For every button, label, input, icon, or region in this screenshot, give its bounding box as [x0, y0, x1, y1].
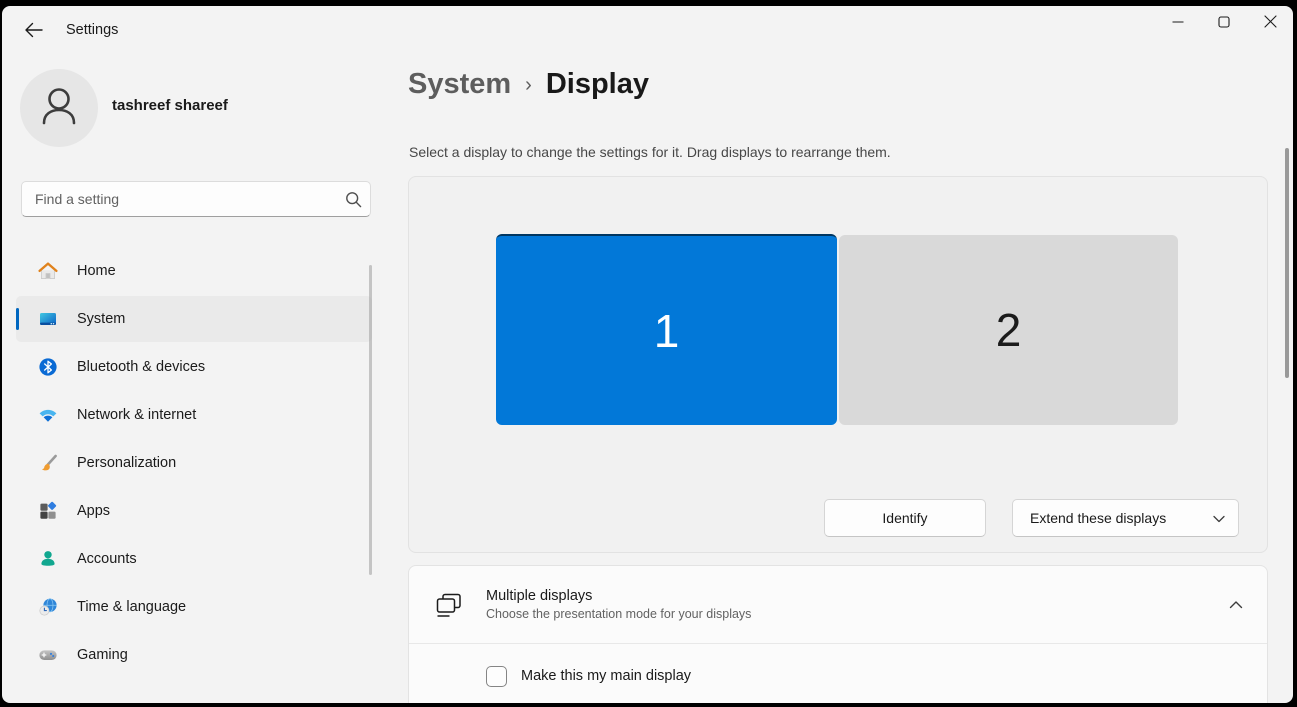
back-arrow-icon	[24, 22, 43, 43]
window-controls	[1155, 6, 1293, 42]
display-arrangement-panel: 1 2 Identify Extend these displays	[408, 176, 1268, 553]
chevron-down-icon	[1213, 510, 1225, 526]
main-content: System › Display Select a display to cha…	[408, 54, 1270, 703]
sidebar-item-label: System	[77, 311, 125, 327]
home-icon	[38, 261, 58, 281]
back-button[interactable]	[15, 15, 51, 49]
sidebar-item-system[interactable]: System	[16, 296, 372, 342]
sidebar-item-label: Accounts	[77, 551, 137, 567]
sidebar-item-label: Gaming	[77, 647, 128, 663]
system-icon	[38, 309, 58, 329]
apps-icon	[38, 501, 58, 521]
sidebar-item-network[interactable]: Network & internet	[16, 392, 372, 438]
card-subtitle: Choose the presentation mode for your di…	[486, 607, 1229, 621]
chevron-up-icon[interactable]	[1229, 596, 1243, 614]
user-name: tashreef shareef	[112, 97, 228, 114]
monitor-2-number: 2	[996, 303, 1022, 357]
sidebar-item-label: Apps	[77, 503, 110, 519]
multiple-displays-card: Multiple displays Choose the presentatio…	[408, 565, 1268, 703]
stacked-monitors-icon	[434, 591, 464, 619]
person-icon	[38, 549, 58, 569]
maximize-button[interactable]	[1201, 6, 1247, 42]
sidebar-item-time-language[interactable]: Time & language	[16, 584, 372, 630]
sidebar-item-apps[interactable]: Apps	[16, 488, 372, 534]
sidebar-item-label: Home	[77, 263, 116, 279]
sidebar-item-bluetooth[interactable]: Bluetooth & devices	[16, 344, 372, 390]
sidebar-item-home[interactable]: Home	[16, 248, 372, 294]
maximize-icon	[1218, 15, 1230, 33]
card-title: Multiple displays	[486, 588, 1229, 604]
titlebar: Settings	[2, 6, 1293, 54]
globe-clock-icon	[38, 597, 58, 617]
sidebar-item-personalization[interactable]: Personalization	[16, 440, 372, 486]
bluetooth-icon	[38, 357, 58, 377]
minimize-icon	[1172, 15, 1184, 33]
selected-indicator	[16, 308, 19, 330]
main-display-checkbox[interactable]	[486, 666, 507, 687]
window-title: Settings	[66, 22, 118, 38]
display-mode-dropdown[interactable]: Extend these displays	[1012, 499, 1239, 537]
monitor-1[interactable]: 1	[496, 234, 837, 425]
person-outline-icon	[36, 83, 82, 134]
sidebar: tashreef shareef Home System	[2, 54, 392, 703]
sidebar-item-gaming[interactable]: Gaming	[16, 632, 372, 678]
search-icon[interactable]	[336, 191, 370, 208]
page-title: Display	[546, 68, 649, 101]
main-scrollbar[interactable]	[1285, 148, 1289, 378]
sidebar-scrollbar[interactable]	[369, 265, 372, 575]
sidebar-item-label: Bluetooth & devices	[77, 359, 205, 375]
close-button[interactable]	[1247, 6, 1293, 42]
monitor-1-number: 1	[654, 304, 680, 358]
monitor-2[interactable]: 2	[839, 235, 1178, 425]
breadcrumb: System › Display	[408, 68, 649, 101]
main-display-checkbox-label: Make this my main display	[521, 668, 691, 684]
search-input[interactable]	[22, 191, 336, 207]
display-mode-value: Extend these displays	[1030, 510, 1166, 526]
wifi-icon	[38, 405, 58, 425]
main-display-row: Make this my main display	[409, 644, 1267, 703]
sidebar-item-label: Time & language	[77, 599, 186, 615]
gamepad-icon	[38, 645, 58, 665]
brush-icon	[38, 453, 58, 473]
search-box	[21, 181, 371, 217]
identify-button[interactable]: Identify	[824, 499, 986, 537]
settings-window: Settings tashreef shareef	[2, 6, 1293, 703]
minimize-button[interactable]	[1155, 6, 1201, 42]
page-description: Select a display to change the settings …	[409, 144, 891, 160]
breadcrumb-parent[interactable]: System	[408, 68, 511, 101]
identify-button-label: Identify	[882, 510, 927, 526]
sidebar-item-label: Network & internet	[77, 407, 196, 423]
sidebar-item-label: Personalization	[77, 455, 176, 471]
sidebar-nav: Home System Bluetooth & devices Net	[2, 246, 392, 680]
card-text: Multiple displays Choose the presentatio…	[486, 588, 1229, 621]
breadcrumb-separator: ›	[525, 74, 532, 97]
sidebar-item-accounts[interactable]: Accounts	[16, 536, 372, 582]
avatar[interactable]	[20, 69, 98, 147]
close-icon	[1264, 15, 1277, 33]
multiple-displays-header[interactable]: Multiple displays Choose the presentatio…	[409, 566, 1267, 643]
